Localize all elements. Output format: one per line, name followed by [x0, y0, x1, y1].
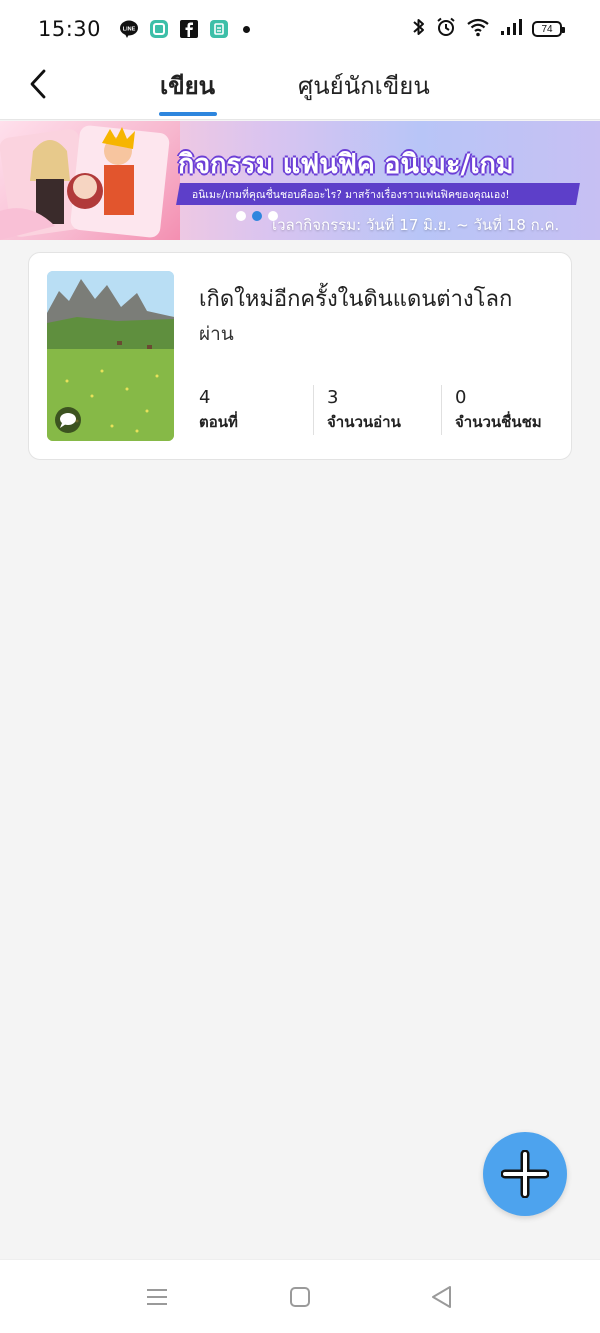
back-triangle-icon[interactable]: [429, 1284, 455, 1310]
banner-subtitle: อนิเมะ/เกมที่คุณชื่นชอบคืออะไร? มาสร้างเ…: [192, 188, 510, 201]
menu-icon[interactable]: [144, 1284, 170, 1310]
signal-icon: [500, 18, 522, 40]
banner-characters-art: [0, 121, 180, 240]
carousel-dot: [236, 211, 246, 221]
stat-divider: [313, 385, 314, 435]
back-button[interactable]: [18, 64, 58, 104]
stat-likes: 0 จำนวนชื่นชม: [455, 387, 542, 435]
banner-title-box: กิจกรรม แฟนฟิค อนิเมะ/เกม: [178, 139, 550, 187]
story-card[interactable]: เกิดใหม่อีกครั้งในดินแดนต่างโลก ผ่าน 4 ต…: [28, 252, 572, 460]
square-app-icon: [149, 19, 169, 39]
stat-reads-value: 3: [327, 387, 339, 408]
alarm-icon: [436, 17, 456, 41]
banner-date: เวลากิจกรรม: วันที่ 17 มิ.ย. ~ วันที่ 18…: [272, 216, 560, 234]
stat-reads: 3 จำนวนอ่าน: [327, 387, 401, 435]
line-icon: LINE: [119, 19, 139, 39]
plus-icon: [501, 1150, 549, 1198]
stat-likes-label: จำนวนชื่นชม: [455, 413, 542, 431]
status-bar: 15:30 LINE 74: [0, 0, 600, 58]
create-story-button[interactable]: [483, 1132, 567, 1216]
chevron-left-icon: [30, 69, 46, 99]
tab-active-indicator: [159, 112, 217, 116]
notification-dot: [243, 25, 251, 33]
svg-text:LINE: LINE: [123, 27, 136, 33]
carousel-dot-active: [252, 211, 262, 221]
header: เขียน ศูนย์นักเขียน: [0, 58, 600, 120]
bluetooth-icon: [412, 17, 426, 41]
wifi-icon: [466, 17, 490, 41]
home-icon[interactable]: [287, 1284, 313, 1310]
story-cover-image: [47, 271, 174, 441]
stat-reads-label: จำนวนอ่าน: [327, 413, 401, 431]
stat-divider: [441, 385, 442, 435]
tab-write[interactable]: เขียน: [160, 66, 215, 105]
facebook-icon: [179, 19, 199, 39]
stat-chapters-value: 4: [199, 387, 211, 408]
battery-icon: 74: [532, 21, 565, 37]
status-left: 15:30 LINE: [38, 17, 251, 41]
status-time: 15:30: [38, 17, 102, 41]
chat-bubble-icon: [55, 407, 81, 433]
stat-likes-value: 0: [455, 387, 467, 408]
tab-writer-center[interactable]: ศูนย์นักเขียน: [298, 66, 430, 105]
event-banner[interactable]: กิจกรรม แฟนฟิค อนิเมะ/เกม อนิเมะ/เกมที่ค…: [0, 121, 600, 240]
status-right: 74: [412, 17, 565, 41]
stat-chapters: 4 ตอนที่: [199, 387, 238, 435]
calendar-app-icon: [209, 19, 229, 39]
story-title: เกิดใหม่อีกครั้งในดินแดนต่างโลก: [199, 287, 513, 312]
system-nav-bar: [0, 1259, 600, 1333]
story-status: ผ่าน: [199, 323, 234, 345]
banner-title: กิจกรรม แฟนฟิค อนิเมะ/เกม: [178, 148, 514, 180]
banner-subtitle-strip: อนิเมะ/เกมที่คุณชื่นชอบคืออะไร? มาสร้างเ…: [176, 183, 580, 205]
stat-chapters-label: ตอนที่: [199, 413, 238, 431]
